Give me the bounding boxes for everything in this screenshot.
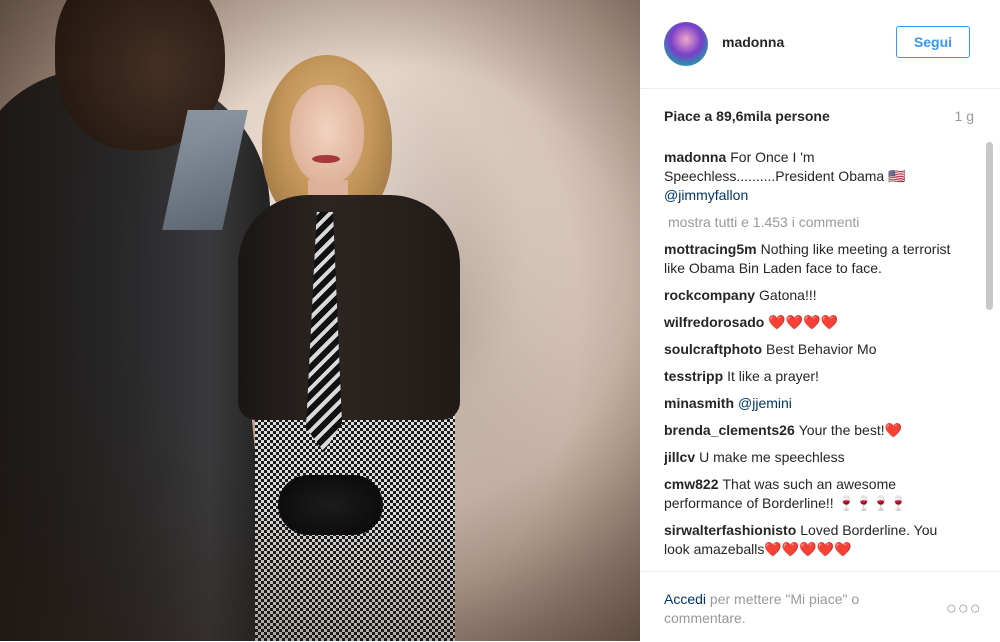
login-link[interactable]: Accedi <box>664 591 706 607</box>
woman-gloves <box>278 475 383 535</box>
post-photo[interactable] <box>0 0 640 641</box>
ellipsis-icon[interactable]: ○○○ <box>946 598 982 619</box>
comment-username[interactable]: sirwalterfashionisto <box>664 522 796 538</box>
comment-username[interactable]: soulcraftphoto <box>664 341 762 357</box>
woman-lips <box>312 155 340 163</box>
comment-username[interactable]: rockcompany <box>664 287 755 303</box>
username-link[interactable]: madonna <box>722 34 784 50</box>
comment-item: rockcompany Gatona!!! <box>664 286 964 305</box>
comment-item: jillcv U make me speechless <box>664 448 964 467</box>
woman-shirt <box>238 195 460 420</box>
comment-item: brenda_clements26 Your the best!❤️ <box>664 421 964 440</box>
caption: madonna For Once I 'm Speechless.........… <box>664 148 964 205</box>
view-all-comments-link[interactable]: mostra tutti e 1.453 i commenti <box>668 213 964 232</box>
comment-text: U make me speechless <box>699 449 845 465</box>
comments-list[interactable]: madonna For Once I 'm Speechless.........… <box>664 148 964 570</box>
comment-text: Your the best! <box>798 422 885 438</box>
heart-emoji: ❤️ <box>884 422 903 438</box>
comment-text: Best Behavior Mo <box>766 341 877 357</box>
comment-username[interactable]: mottracing5m <box>664 241 757 257</box>
comment-item: cmw822 That was such an awesome performan… <box>664 475 964 513</box>
comment-username[interactable]: brenda_clements26 <box>664 422 795 438</box>
likes-count[interactable]: Piace a 89,6mila persone <box>664 108 830 124</box>
comment-mention[interactable]: @jjemini <box>738 395 792 411</box>
comment-item: sirwalterfashionisto Loved Borderline. Yo… <box>664 521 964 559</box>
comment-username[interactable]: cmw822 <box>664 476 718 492</box>
comment-items: mottracing5m Nothing like meeting a terro… <box>664 240 964 559</box>
comment-text: Gatona!!! <box>759 287 817 303</box>
comment-item: mottracing5m Nothing like meeting a terro… <box>664 240 964 278</box>
follow-button[interactable]: Segui <box>896 26 970 58</box>
comment-text: It like a prayer! <box>727 368 819 384</box>
post-time[interactable]: 1 g <box>955 108 974 124</box>
comment-item: soulcraftphoto Best Behavior Mo <box>664 340 964 359</box>
post-footer: Accedi per mettere "Mi piace" o commenta… <box>640 571 1000 642</box>
comment-username[interactable]: wilfredorosado <box>664 314 764 330</box>
likes-row: Piace a 89,6mila persone 1 g <box>664 108 974 128</box>
comments-scrollbar[interactable] <box>986 140 994 570</box>
comment-username[interactable]: tesstripp <box>664 368 723 384</box>
woman-face <box>290 85 364 185</box>
post-header: madonna Segui <box>640 0 1000 89</box>
comment-item: tesstripp It like a prayer! <box>664 367 964 386</box>
scrollbar-thumb[interactable] <box>986 142 993 310</box>
heart-emoji: ❤️❤️❤️❤️❤️ <box>764 541 852 557</box>
heart-emoji: ❤️❤️❤️❤️ <box>768 314 839 330</box>
login-prompt: Accedi per mettere "Mi piace" o commenta… <box>664 590 904 628</box>
comment-username[interactable]: jillcv <box>664 449 695 465</box>
post-side-panel: madonna Segui Piace a 89,6mila persone 1… <box>640 0 1000 641</box>
avatar[interactable] <box>664 22 708 66</box>
comment-item: minasmith @jjemini <box>664 394 964 413</box>
caption-username[interactable]: madonna <box>664 149 726 165</box>
comment-item: wilfredorosado ❤️❤️❤️❤️ <box>664 313 964 332</box>
caption-mention[interactable]: @jimmyfallon <box>664 187 748 203</box>
comment-username[interactable]: minasmith <box>664 395 734 411</box>
